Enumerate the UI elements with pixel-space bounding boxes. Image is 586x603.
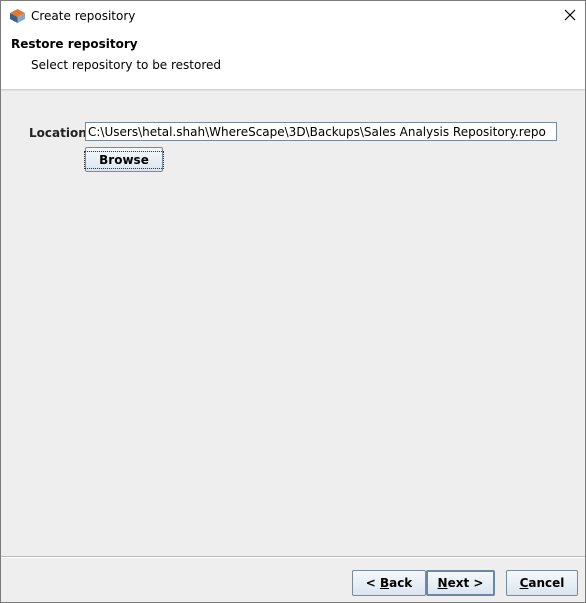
next-rest: ext > [447, 576, 484, 590]
back-mnemonic: B [379, 576, 390, 590]
back-button[interactable]: < Back [352, 570, 426, 596]
page-subtitle: Select repository to be restored [31, 58, 222, 72]
next-button[interactable]: Next > [426, 570, 495, 596]
back-rest: ack [389, 576, 413, 590]
browse-button[interactable]: Browse [84, 147, 164, 172]
close-button[interactable] [555, 1, 585, 31]
dialog-window: Create repository Restore repository Sel… [0, 0, 586, 603]
page-title: Restore repository [11, 37, 138, 51]
location-field[interactable] [85, 122, 557, 141]
back-prefix: < [365, 576, 380, 590]
title-bar: Create repository [1, 1, 585, 31]
cancel-button[interactable]: Cancel [506, 570, 578, 596]
cancel-rest: ancel [528, 576, 565, 590]
wizard-header: Restore repository Select repository to … [1, 31, 585, 89]
cancel-mnemonic: C [519, 576, 529, 590]
next-mnemonic: N [437, 576, 448, 590]
close-icon [564, 9, 576, 24]
window-title: Create repository [31, 9, 136, 23]
wizard-footer: < Back Next > Cancel [1, 558, 585, 602]
location-label: Location: [29, 126, 92, 140]
browse-label: Browse [84, 150, 164, 169]
app-logo-icon [9, 8, 26, 24]
